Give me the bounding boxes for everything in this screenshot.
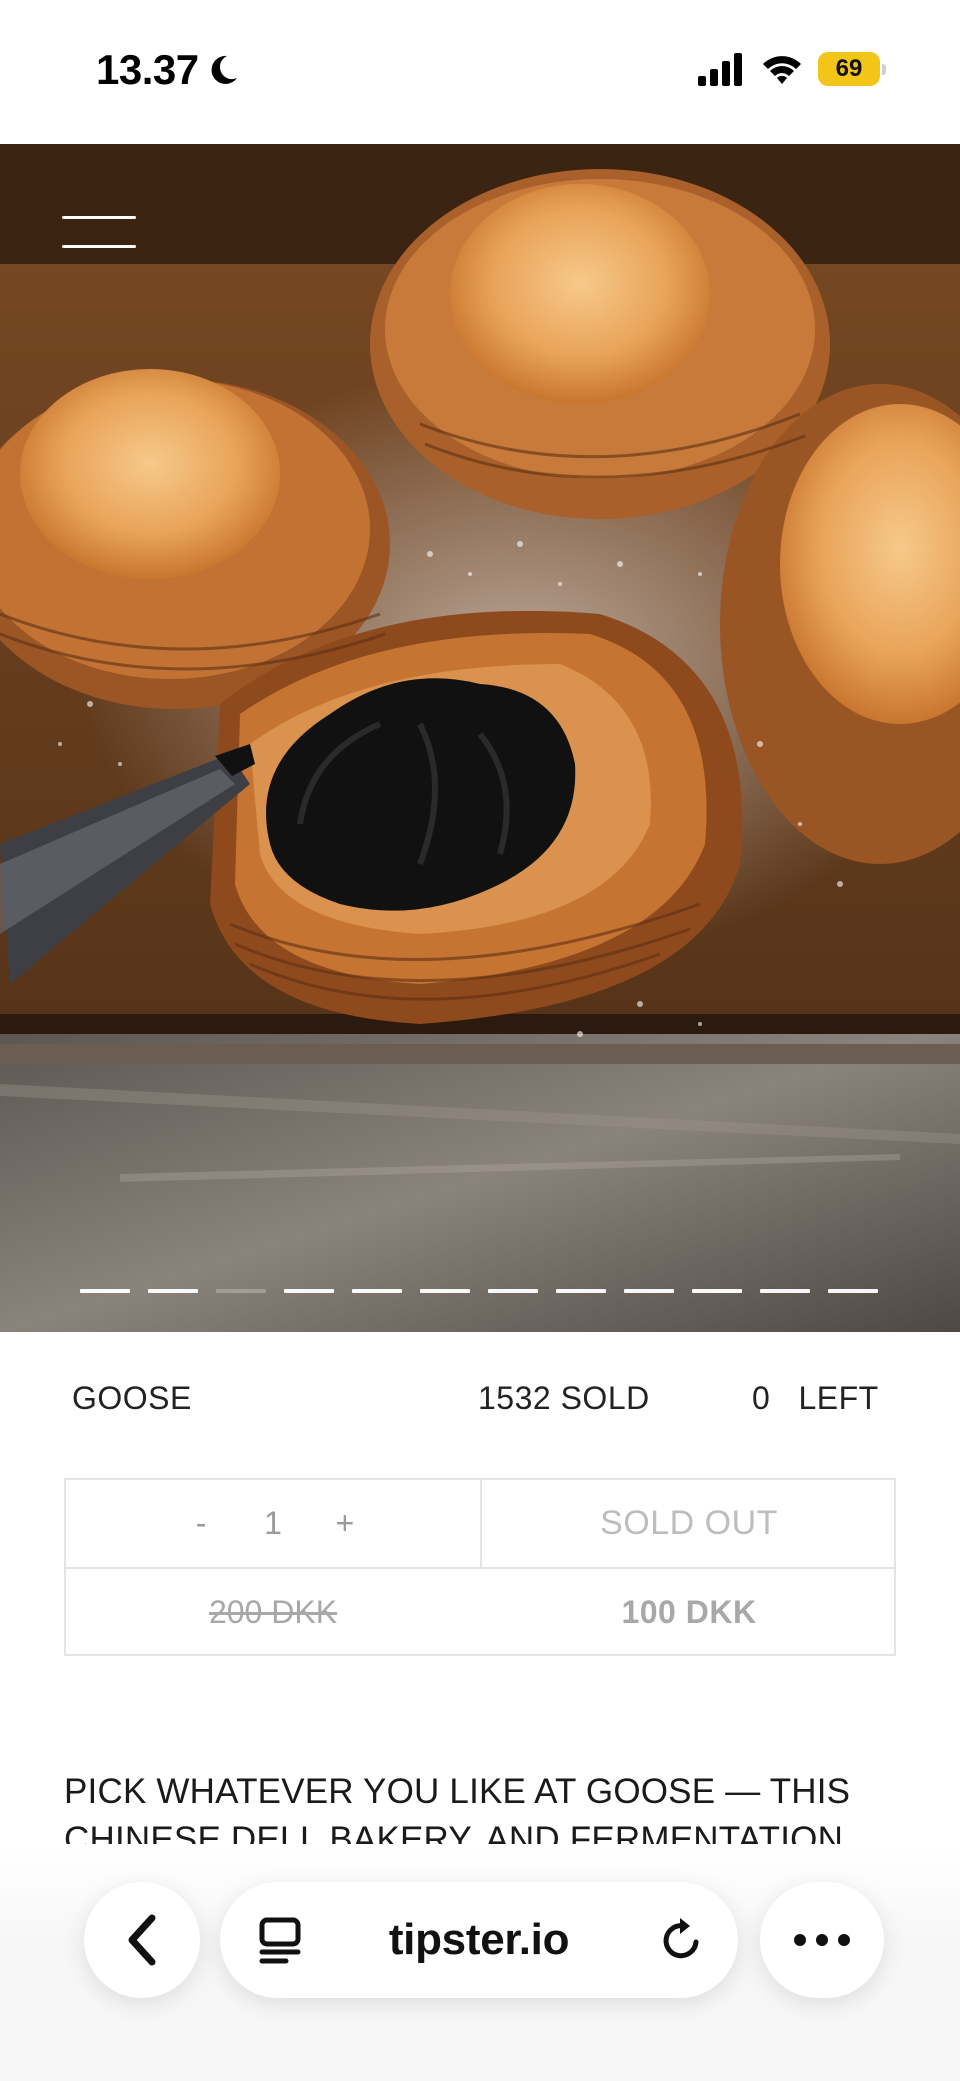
menu-line-bottom <box>62 245 136 248</box>
more-icon <box>794 1934 850 1946</box>
carousel-dot[interactable] <box>692 1289 742 1293</box>
status-indicators: 69 <box>696 52 886 86</box>
sold-count: 1532 SOLD <box>478 1380 650 1416</box>
quantity-stepper: - 1 + <box>66 1480 480 1567</box>
carousel-dot[interactable] <box>624 1289 674 1293</box>
carousel-dot[interactable] <box>352 1289 402 1293</box>
stock-left-label: LEFT <box>798 1380 879 1416</box>
carousel-dot[interactable] <box>828 1289 878 1293</box>
battery-icon: 69 <box>818 52 886 86</box>
carousel-dot[interactable] <box>556 1289 606 1293</box>
carousel-dot[interactable] <box>488 1289 538 1293</box>
menu-line-top <box>62 216 136 219</box>
carousel-dot[interactable] <box>284 1289 334 1293</box>
product-page: 13.37 69 GOOSE 1532 SOLD 0 LEFT - 1 + SO… <box>0 0 960 2081</box>
quantity-value: 1 <box>264 1505 282 1541</box>
description-line: PICK WHATEVER YOU LIKE AT GOOSE — THIS <box>64 1772 851 1811</box>
discounted-price: 100 DKK <box>621 1594 757 1630</box>
back-button[interactable] <box>84 1882 200 1998</box>
clock-text: 13.37 <box>96 46 199 93</box>
carousel-dot[interactable] <box>148 1289 198 1293</box>
product-name: GOOSE <box>72 1380 192 1416</box>
moon-icon <box>211 55 237 84</box>
stock-left-count: 0 <box>752 1380 771 1416</box>
stock-left: 0 LEFT <box>752 1380 879 1417</box>
battery-level: 69 <box>835 55 863 82</box>
purchase-box: - 1 + SOLD OUT 200 DKK 100 DKK <box>64 1478 896 1656</box>
status-time: 13.37 <box>96 46 241 94</box>
signal-icon <box>698 53 742 86</box>
reload-icon[interactable] <box>658 1916 706 1964</box>
carousel-dot[interactable] <box>80 1289 130 1293</box>
sold-out-button[interactable]: SOLD OUT <box>482 1480 896 1567</box>
product-info: GOOSE 1532 SOLD 0 LEFT <box>72 1380 888 1422</box>
more-options-button[interactable] <box>760 1882 884 1998</box>
carousel-dot[interactable] <box>760 1289 810 1293</box>
carousel-dot[interactable] <box>420 1289 470 1293</box>
menu-button[interactable] <box>62 216 138 250</box>
status-bar: 13.37 69 <box>0 0 960 144</box>
product-description: PICK WHATEVER YOU LIKE AT GOOSE — THIS C… <box>64 1768 896 1844</box>
carousel-indicators[interactable] <box>80 1289 878 1293</box>
description-line: CHINESE DELI, BAKERY, AND FERMENTATION <box>64 1820 844 1844</box>
wifi-icon <box>763 56 801 84</box>
carousel-dot-active[interactable] <box>216 1289 266 1293</box>
original-price: 200 DKK <box>208 1594 338 1630</box>
chevron-left-icon <box>128 1914 156 1966</box>
address-bar[interactable]: tipster.io <box>220 1882 738 1998</box>
increase-quantity-button[interactable]: + <box>330 1505 360 1542</box>
hero-image <box>0 144 960 1332</box>
danish-pastries-photo <box>0 144 960 1332</box>
decrease-quantity-button[interactable]: - <box>186 1505 216 1542</box>
